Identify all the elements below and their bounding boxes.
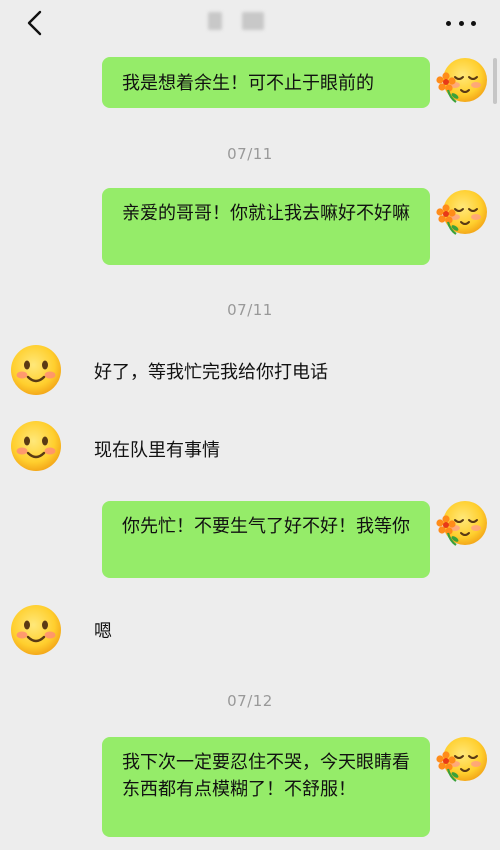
message-text: 我是想着余生！可不止于眼前的 bbox=[122, 73, 374, 94]
contact-name-redacted bbox=[208, 10, 286, 32]
message-bubble-sent[interactable]: 亲爱的哥哥！你就让我去嘛好不好嘛 bbox=[102, 188, 430, 265]
message-text-received[interactable]: 嗯 bbox=[94, 618, 112, 645]
message-text: 亲爱的哥哥！你就让我去嘛好不好嘛 bbox=[122, 203, 410, 224]
message-text-received[interactable]: 好了，等我忙完我给你打电话 bbox=[94, 359, 328, 386]
avatar[interactable] bbox=[434, 733, 490, 789]
message-text: 我下次一定要忍住不哭，今天眼睛看东西都有点模糊了！不舒服！ bbox=[122, 752, 410, 800]
more-dots-icon[interactable] bbox=[446, 10, 476, 36]
scrollbar[interactable] bbox=[493, 58, 497, 104]
message-bubble-sent[interactable]: 我下次一定要忍住不哭，今天眼睛看东西都有点模糊了！不舒服！ bbox=[102, 737, 430, 837]
avatar[interactable] bbox=[434, 54, 490, 110]
chat-header bbox=[0, 0, 500, 46]
chevron-left-icon[interactable] bbox=[22, 8, 50, 38]
message-text: 你先忙！不要生气了好不好！我等你 bbox=[122, 516, 410, 537]
avatar[interactable] bbox=[8, 418, 64, 474]
avatar[interactable] bbox=[434, 497, 490, 553]
message-bubble-sent[interactable]: 我是想着余生！可不止于眼前的 bbox=[102, 57, 430, 108]
avatar[interactable] bbox=[8, 602, 64, 658]
message-text-received[interactable]: 现在队里有事情 bbox=[94, 437, 220, 464]
avatar[interactable] bbox=[434, 186, 490, 242]
avatar[interactable] bbox=[8, 342, 64, 398]
message-bubble-sent[interactable]: 你先忙！不要生气了好不好！我等你 bbox=[102, 501, 430, 578]
date-separator: 07/11 bbox=[227, 301, 273, 319]
date-separator: 07/11 bbox=[227, 145, 273, 163]
date-separator: 07/12 bbox=[227, 692, 273, 710]
